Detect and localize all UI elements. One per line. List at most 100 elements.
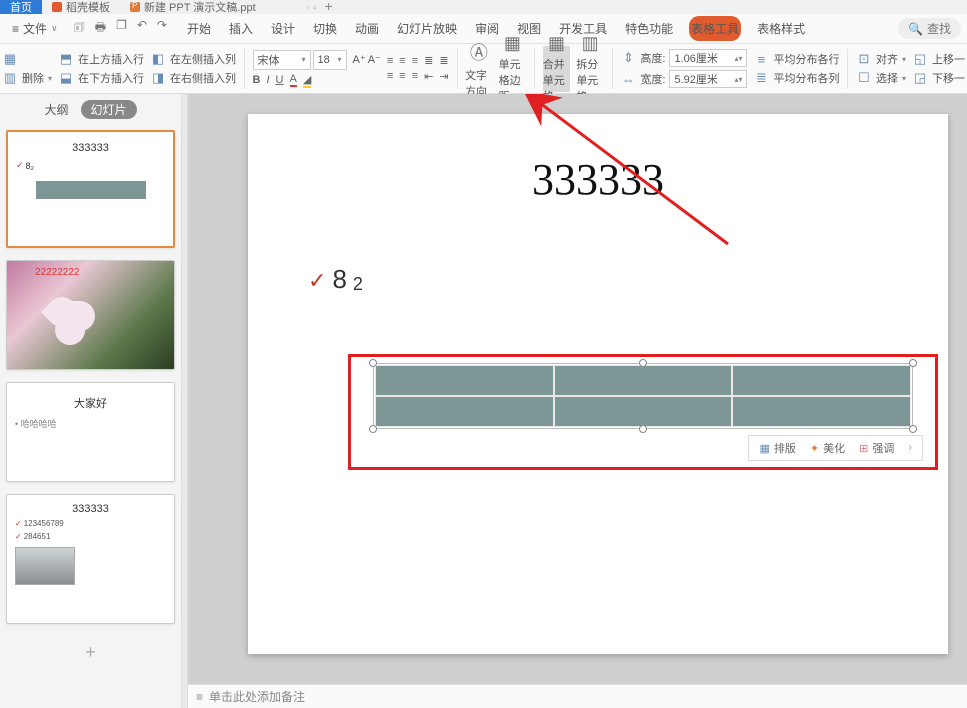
resize-handle[interactable] (639, 359, 647, 367)
notes-bar[interactable]: ≡ 单击此处添加备注 (188, 684, 967, 708)
table-grid-icon[interactable]: ▦ (2, 51, 52, 67)
highlight-color-button[interactable]: ◢ (303, 73, 311, 88)
align-button[interactable]: ⊡对齐▾ (856, 51, 906, 67)
distribute-rows-button[interactable]: ≡平均分布各行 (753, 51, 839, 67)
split-cells-button[interactable]: ▥ 拆分单元格 (576, 46, 604, 92)
print-icon[interactable]: 🖶 (95, 18, 106, 39)
move-down-button[interactable]: ◲下移一 (912, 70, 965, 86)
select-button[interactable]: ☐选择▾ (856, 70, 906, 86)
menu-table-style[interactable]: 表格样式 (755, 16, 807, 41)
font-color-button[interactable]: A (290, 73, 297, 87)
menu-transition[interactable]: 切换 (311, 16, 339, 41)
canvas-area: 333333 ✓ 82 (188, 94, 967, 708)
add-tab-button[interactable]: + (317, 0, 341, 14)
thumb1-title: 333333 (16, 142, 165, 154)
align-left-icon[interactable]: ≡ (387, 70, 393, 82)
tab-presentation[interactable]: 新建 PPT 演示文稿.ppt (120, 0, 266, 14)
decrease-indent-icon[interactable]: ⇤ (424, 70, 433, 83)
redo-icon[interactable]: ↷ (157, 18, 167, 39)
align-bottom-icon[interactable]: ≡ (412, 55, 418, 67)
beautify-icon: ✦ (810, 442, 819, 455)
distribute-cols-button[interactable]: ≣平均分布各列 (753, 70, 839, 86)
table-cells[interactable] (375, 365, 911, 427)
cell-width-input[interactable]: 5.92厘米▴▾ (669, 70, 747, 88)
menu-start[interactable]: 开始 (185, 16, 213, 41)
merge-cells-button[interactable]: ▦ 合并单元格 (543, 46, 571, 92)
preview-icon[interactable]: ❐ (116, 18, 127, 39)
text-direction-icon: Ⓐ (470, 39, 488, 65)
numbering-icon[interactable]: ≣ (439, 54, 448, 67)
ribbon-toolbar: ▦ ▥删除▾ ⬒在上方插入行 ⬓在下方插入行 ◧在左侧插入列 ◨在右侧插入列 宋… (0, 44, 967, 94)
increase-indent-icon[interactable]: ⇥ (439, 70, 448, 83)
outline-tab[interactable]: 大纲 (44, 101, 68, 118)
bullets-icon[interactable]: ≣ (424, 54, 433, 67)
align-middle-icon[interactable]: ≡ (399, 55, 405, 67)
menu-design[interactable]: 设计 (269, 16, 297, 41)
resize-handle[interactable] (909, 425, 917, 433)
tab-overflow-icon[interactable]: ◦ ▫ (306, 2, 317, 14)
font-name-select[interactable]: 宋体▾ (253, 50, 311, 70)
insert-col-left[interactable]: ◧在左侧插入列 (150, 51, 236, 67)
menu-review[interactable]: 审阅 (473, 16, 501, 41)
save-icon[interactable]: 🗊 (74, 18, 85, 39)
notes-icon: ≡ (196, 690, 203, 704)
add-slide-button[interactable]: + (6, 636, 175, 669)
bold-button[interactable]: B (253, 74, 261, 86)
align-top-icon[interactable]: ≡ (387, 55, 393, 67)
underline-button[interactable]: U (276, 74, 284, 86)
menu-table-tools[interactable]: 表格工具 (689, 16, 741, 41)
merge-cells-icon: ▦ (548, 33, 565, 54)
delete-button[interactable]: ▥删除▾ (2, 70, 52, 86)
slide-thumb-3[interactable]: 大家好 • 哈哈哈哈 (6, 382, 175, 482)
slide-bullet[interactable]: ✓ 82 (308, 264, 363, 295)
tab-docer[interactable]: 稻壳模板 (42, 0, 120, 14)
slide-thumb-1[interactable]: 333333 ✓8₂ (6, 130, 175, 248)
cell-height-row: ⇕ 高度: 1.06厘米▴▾ (620, 49, 747, 67)
float-emphasis-button[interactable]: ⊞强调 (859, 440, 894, 456)
tab-home[interactable]: 首页 (0, 0, 42, 14)
insert-row-above[interactable]: ⬒在上方插入行 (58, 51, 144, 67)
slide-title[interactable]: 333333 (248, 154, 948, 205)
float-more-icon[interactable]: › (908, 442, 912, 454)
notes-placeholder: 单击此处添加备注 (209, 688, 305, 705)
resize-handle[interactable] (369, 359, 377, 367)
selected-table-object[interactable] (373, 363, 913, 429)
menu-slideshow[interactable]: 幻灯片放映 (395, 16, 459, 41)
resize-handle[interactable] (369, 425, 377, 433)
search-box[interactable]: 🔍 查找 (898, 18, 961, 39)
cell-height-input[interactable]: 1.06厘米▴▾ (669, 49, 747, 67)
side-tabs: 大纲 幻灯片 (0, 94, 181, 124)
font-size-select[interactable]: 18▾ (313, 50, 347, 70)
move-up-button[interactable]: ◱上移一 (912, 51, 965, 67)
menu-feature[interactable]: 特色功能 (623, 16, 675, 41)
slide-canvas[interactable]: 333333 ✓ 82 (248, 114, 948, 654)
thumbnails-list[interactable]: 333333 ✓8₂ 22222222 大家好 • 哈哈哈哈 333333 ✓1… (0, 124, 181, 708)
align-right-icon[interactable]: ≡ (412, 70, 418, 82)
slide-panel: 大纲 幻灯片 333333 ✓8₂ 22222222 大家好 • 哈哈哈哈 (0, 94, 182, 708)
resize-handle[interactable] (909, 359, 917, 367)
slide-thumb-2[interactable]: 22222222 (6, 260, 175, 370)
file-menu[interactable]: ≡ 文件 ∨ (6, 20, 64, 37)
italic-button[interactable]: I (266, 74, 269, 86)
resize-handle[interactable] (639, 425, 647, 433)
ppt-file-icon (130, 2, 140, 12)
insert-row-below[interactable]: ⬓在下方插入行 (58, 70, 144, 86)
menu-animation[interactable]: 动画 (353, 16, 381, 41)
float-beautify-button[interactable]: ✦美化 (810, 440, 845, 456)
slide-thumb-4[interactable]: 333333 ✓123456789 ✓284651 (6, 494, 175, 624)
cell-margin-button[interactable]: ▦ 单元格边距 (499, 46, 527, 92)
align-center-icon[interactable]: ≡ (399, 70, 405, 82)
search-placeholder: 查找 (927, 20, 951, 37)
increase-font-icon[interactable]: A⁺ (353, 53, 366, 66)
text-direction-button[interactable]: Ⓐ 文字方向 (465, 46, 493, 92)
menu-insert[interactable]: 插入 (227, 16, 255, 41)
docer-icon (52, 2, 62, 12)
float-layout-button[interactable]: ▦排版 (759, 440, 795, 456)
search-icon: 🔍 (908, 22, 923, 36)
split-cells-icon: ▥ (582, 33, 599, 54)
undo-icon[interactable]: ↶ (137, 18, 147, 39)
slides-tab[interactable]: 幻灯片 (81, 100, 137, 119)
decrease-font-icon[interactable]: A⁻ (368, 53, 381, 66)
workspace: 大纲 幻灯片 333333 ✓8₂ 22222222 大家好 • 哈哈哈哈 (0, 94, 967, 708)
insert-col-right[interactable]: ◨在右侧插入列 (150, 70, 236, 86)
